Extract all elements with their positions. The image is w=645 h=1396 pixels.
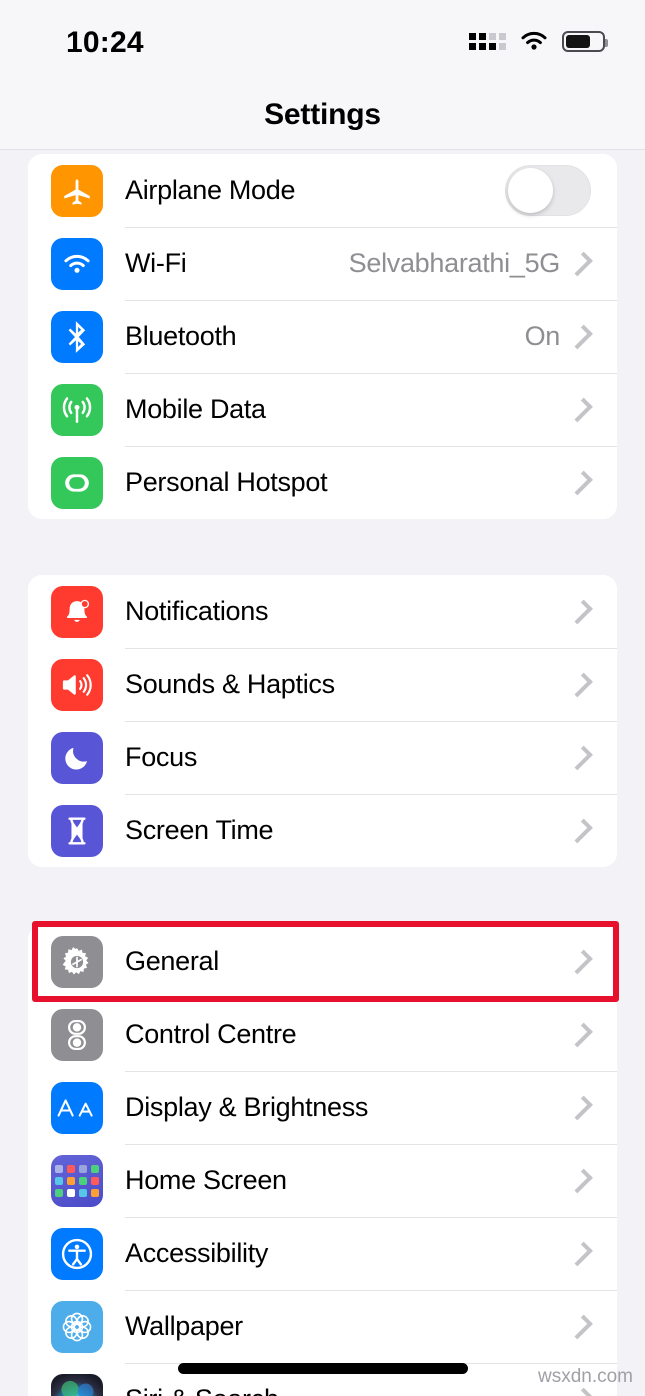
settings-row-mobile-data[interactable]: Mobile Data <box>28 373 617 446</box>
settings-row-focus[interactable]: Focus <box>28 721 617 794</box>
bluetooth-icon <box>51 310 103 363</box>
settings-row-wifi[interactable]: Wi-Fi Selvabharathi_5G <box>28 227 617 300</box>
settings-row-accessory[interactable] <box>505 165 617 216</box>
settings-row-label: Focus <box>125 742 198 772</box>
chevron-right-icon <box>568 1387 593 1396</box>
settings-row-label: Sounds & Haptics <box>125 669 335 699</box>
bluetooth-state-value: On <box>524 321 561 351</box>
accessibility-person-icon <box>51 1227 103 1280</box>
settings-row-label: Personal Hotspot <box>125 467 328 497</box>
speaker-waves-icon <box>51 658 103 711</box>
settings-row-accessory: On <box>525 321 617 352</box>
settings-row-accessory <box>568 1095 617 1120</box>
gear-icon <box>51 935 103 988</box>
settings-row-accessibility[interactable]: Accessibility <box>28 1217 617 1290</box>
chevron-right-icon <box>568 1095 593 1120</box>
settings-row-accessory <box>568 599 617 624</box>
wifi-icon <box>521 31 547 50</box>
settings-group-connectivity: Airplane Mode Wi-Fi Selvabharathi_5G Blu… <box>28 154 617 519</box>
settings-row-notifications[interactable]: Notifications <box>28 575 617 648</box>
chevron-right-icon <box>568 818 593 843</box>
cellular-antenna-icon <box>51 383 103 436</box>
settings-row-label: Display & Brightness <box>125 1092 369 1122</box>
settings-row-display-brightness[interactable]: Display & Brightness <box>28 1071 617 1144</box>
settings-list[interactable]: Airplane Mode Wi-Fi Selvabharathi_5G Blu… <box>0 150 645 1396</box>
settings-row-label: Airplane Mode <box>125 175 296 205</box>
settings-row-label: Mobile Data <box>125 394 266 424</box>
chevron-right-icon <box>568 1022 593 1047</box>
settings-row-label: General <box>125 946 219 976</box>
settings-row-wallpaper[interactable]: Wallpaper <box>28 1290 617 1363</box>
airplane-icon <box>51 164 103 217</box>
settings-row-airplane-mode[interactable]: Airplane Mode <box>28 154 617 227</box>
chevron-right-icon <box>568 397 593 422</box>
chevron-right-icon <box>568 470 593 495</box>
settings-group-system: General Control Centre Display & Brightn… <box>28 925 617 1396</box>
settings-row-label: Wallpaper <box>125 1311 243 1341</box>
settings-row-sounds-haptics[interactable]: Sounds & Haptics <box>28 648 617 721</box>
moon-icon <box>51 731 103 784</box>
home-indicator <box>177 1363 468 1374</box>
sliders-toggle-icon <box>51 1008 103 1061</box>
page-title: Settings <box>264 98 381 131</box>
settings-row-label: Wi-Fi <box>125 248 187 278</box>
settings-row-accessory <box>568 672 617 697</box>
chevron-right-icon <box>568 324 593 349</box>
siri-orb-icon <box>51 1373 103 1396</box>
battery-icon <box>562 30 608 52</box>
status-bar: 10:24 <box>0 0 645 86</box>
settings-row-accessory <box>568 470 617 495</box>
chevron-right-icon <box>568 1241 593 1266</box>
watermark: wsxdn.com <box>537 1366 633 1387</box>
settings-row-accessory <box>568 818 617 843</box>
settings-row-accessory <box>568 1022 617 1047</box>
chevron-right-icon <box>568 599 593 624</box>
chevron-right-icon <box>568 745 593 770</box>
settings-row-label: Home Screen <box>125 1165 287 1195</box>
chevron-right-icon <box>568 1168 593 1193</box>
settings-row-label: Screen Time <box>125 815 274 845</box>
settings-row-accessory <box>568 1168 617 1193</box>
settings-row-control-centre[interactable]: Control Centre <box>28 998 617 1071</box>
settings-row-label: Siri & Search <box>125 1384 279 1396</box>
settings-row-label: Bluetooth <box>125 321 237 351</box>
settings-row-home-screen[interactable]: Home Screen <box>28 1144 617 1217</box>
wifi-network-value: Selvabharathi_5G <box>348 248 561 278</box>
hourglass-icon <box>51 804 103 857</box>
status-bar-clock: 10:24 <box>66 26 144 59</box>
settings-row-personal-hotspot[interactable]: Personal Hotspot <box>28 446 617 519</box>
settings-row-accessory <box>568 1314 617 1339</box>
settings-row-accessory <box>568 397 617 422</box>
settings-row-accessory <box>568 949 617 974</box>
bell-icon <box>51 585 103 638</box>
wifi-icon <box>51 237 103 290</box>
settings-row-accessory: Selvabharathi_5G <box>349 248 617 279</box>
chevron-right-icon <box>568 949 593 974</box>
settings-row-accessory <box>568 1387 617 1396</box>
settings-row-general[interactable]: General <box>28 925 617 998</box>
settings-row-accessory <box>568 1241 617 1266</box>
settings-row-label: Control Centre <box>125 1019 297 1049</box>
app-grid-icon <box>51 1154 103 1207</box>
settings-row-bluetooth[interactable]: Bluetooth On <box>28 300 617 373</box>
navigation-bar: Settings <box>0 86 645 150</box>
airplane-mode-toggle[interactable] <box>505 165 591 216</box>
chevron-right-icon <box>568 251 593 276</box>
settings-row-label: Notifications <box>125 596 269 626</box>
aa-text-size-icon <box>51 1081 103 1134</box>
settings-row-screen-time[interactable]: Screen Time <box>28 794 617 867</box>
settings-group-notifications: Notifications Sounds & Haptics Focus Scr… <box>28 575 617 867</box>
hotspot-link-icon <box>51 456 103 509</box>
cellular-signal-dots-icon <box>469 32 506 50</box>
settings-row-label: Accessibility <box>125 1238 269 1268</box>
flower-wallpaper-icon <box>51 1300 103 1353</box>
status-bar-indicators <box>469 30 608 52</box>
chevron-right-icon <box>568 672 593 697</box>
chevron-right-icon <box>568 1314 593 1339</box>
settings-row-accessory <box>568 745 617 770</box>
iphone-settings-screen: 10:24 Settings Airplane Mode Wi-Fi Selva… <box>0 0 645 1396</box>
